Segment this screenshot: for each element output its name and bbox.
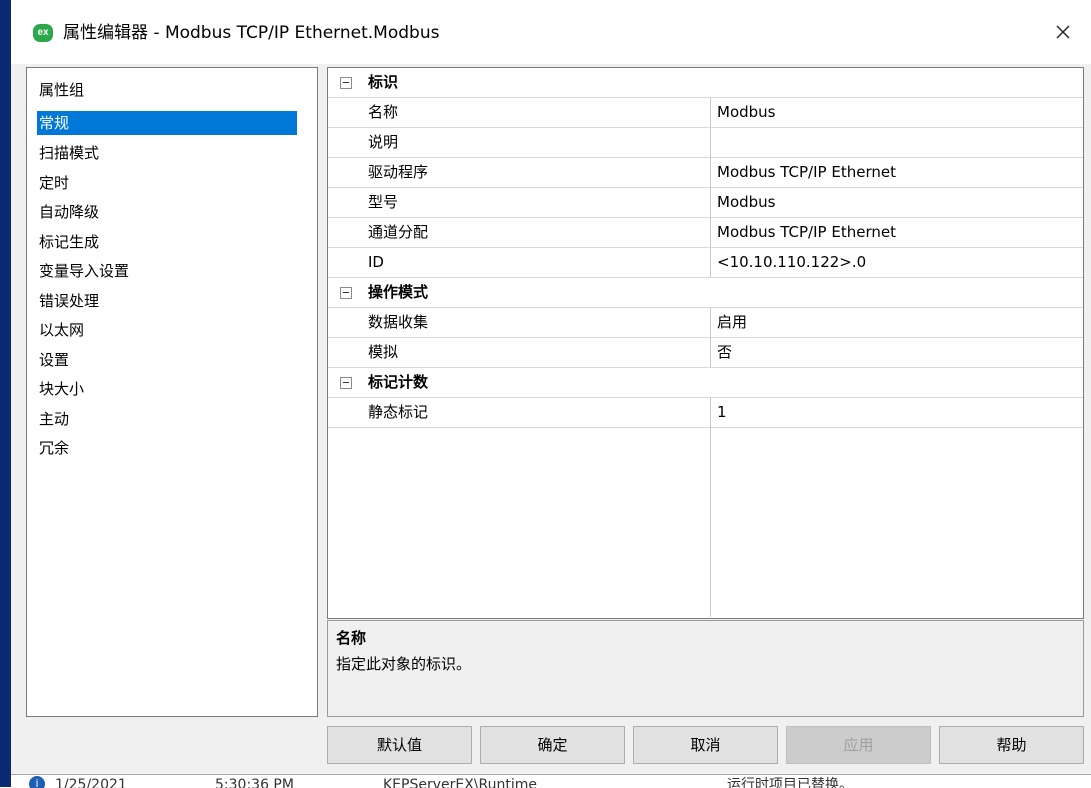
event-time: 5:30:36 PM bbox=[215, 777, 294, 788]
property-name: 通道分配 bbox=[368, 223, 429, 241]
property-row[interactable]: 说明 bbox=[328, 128, 1083, 158]
property-value: 1 bbox=[717, 403, 727, 421]
property-value: Modbus TCP/IP Ethernet bbox=[717, 163, 896, 181]
property-value: 否 bbox=[717, 343, 733, 361]
nav-item-tag-generation[interactable]: 标记生成 bbox=[37, 230, 101, 254]
property-value-cell[interactable]: Modbus bbox=[710, 188, 1083, 217]
group-title: 操作模式 bbox=[368, 283, 429, 301]
property-row[interactable]: 驱动程序 Modbus TCP/IP Ethernet bbox=[328, 158, 1083, 188]
event-message: 运行时项目已替换。 bbox=[727, 777, 853, 788]
property-row[interactable]: 模拟 否 bbox=[328, 338, 1083, 368]
group-tag-counts[interactable]: 标记计数 bbox=[328, 368, 1083, 398]
property-name: 驱动程序 bbox=[368, 163, 429, 181]
window-title: 属性编辑器 - Modbus TCP/IP Ethernet.Modbus bbox=[63, 23, 440, 43]
property-value-cell[interactable]: Modbus TCP/IP Ethernet bbox=[710, 158, 1083, 187]
property-value-cell[interactable]: 否 bbox=[710, 338, 1083, 367]
nav-item-scan-mode[interactable]: 扫描模式 bbox=[37, 141, 101, 165]
nav-item-auto-demotion[interactable]: 自动降级 bbox=[37, 200, 101, 224]
property-value-cell[interactable]: 1 bbox=[710, 398, 1083, 427]
kepserver-ex-icon: ex bbox=[33, 24, 53, 42]
close-icon bbox=[1056, 25, 1070, 39]
description-text: 指定此对象的标识。 bbox=[336, 655, 472, 673]
property-row[interactable]: 数据收集 启用 bbox=[328, 308, 1083, 338]
property-value: 启用 bbox=[717, 313, 748, 331]
nav-item-general[interactable]: 常规 bbox=[37, 111, 297, 135]
defaults-button[interactable]: 默认值 bbox=[327, 726, 472, 764]
property-value-cell[interactable]: Modbus TCP/IP Ethernet bbox=[710, 218, 1083, 247]
property-value-cell[interactable] bbox=[710, 128, 1083, 157]
property-name: 模拟 bbox=[368, 343, 399, 361]
collapse-icon[interactable] bbox=[340, 77, 352, 89]
nav-item-settings[interactable]: 设置 bbox=[37, 348, 71, 372]
property-value: Modbus bbox=[717, 103, 776, 121]
property-value: Modbus TCP/IP Ethernet bbox=[717, 223, 896, 241]
property-name: 说明 bbox=[368, 133, 399, 151]
property-row[interactable]: 型号 Modbus bbox=[328, 188, 1083, 218]
ok-button[interactable]: 确定 bbox=[480, 726, 625, 764]
event-source: KEPServerEX\Runtime bbox=[383, 777, 538, 788]
property-row[interactable]: 通道分配 Modbus TCP/IP Ethernet bbox=[328, 218, 1083, 248]
nav-item-error-handling[interactable]: 错误处理 bbox=[37, 289, 101, 313]
property-value: <10.10.110.122>.0 bbox=[717, 253, 867, 271]
group-title: 标记计数 bbox=[368, 373, 429, 391]
property-name: 数据收集 bbox=[368, 313, 429, 331]
property-row[interactable]: ID <10.10.110.122>.0 bbox=[328, 248, 1083, 278]
property-group-list: 属性组 常规 扫描模式 定时 自动降级 标记生成 变量导入设置 错误处理 以太网… bbox=[26, 67, 318, 717]
property-name: 静态标记 bbox=[368, 403, 429, 421]
background-event-log-row: i 1/25/2021 5:30:36 PM KEPServerEX\Runti… bbox=[11, 774, 1091, 788]
property-row[interactable]: 名称 Modbus bbox=[328, 98, 1083, 128]
property-name: 名称 bbox=[368, 103, 399, 121]
cancel-button[interactable]: 取消 bbox=[633, 726, 778, 764]
property-group-header: 属性组 bbox=[39, 81, 85, 99]
collapse-icon[interactable] bbox=[340, 287, 352, 299]
nav-item-redundancy[interactable]: 冗余 bbox=[37, 436, 71, 460]
nav-item-timing[interactable]: 定时 bbox=[37, 171, 71, 195]
property-name: ID bbox=[368, 253, 384, 271]
help-button[interactable]: 帮助 bbox=[939, 726, 1084, 764]
property-editor-dialog: ex 属性编辑器 - Modbus TCP/IP Ethernet.Modbus… bbox=[11, 0, 1091, 787]
description-title: 名称 bbox=[336, 629, 367, 647]
nav-item-active[interactable]: 主动 bbox=[37, 407, 71, 431]
close-button[interactable] bbox=[1043, 14, 1083, 50]
property-value-cell[interactable]: 启用 bbox=[710, 308, 1083, 337]
property-value-cell[interactable]: Modbus bbox=[710, 98, 1083, 127]
column-divider bbox=[710, 417, 711, 617]
property-value-cell[interactable]: <10.10.110.122>.0 bbox=[710, 248, 1083, 277]
description-panel: 名称 指定此对象的标识。 bbox=[327, 620, 1084, 717]
nav-item-block-sizes[interactable]: 块大小 bbox=[37, 377, 86, 401]
property-grid: 标识 名称 Modbus 说明 驱动程序 Modbus TCP/IP Ether… bbox=[327, 67, 1084, 619]
info-icon: i bbox=[29, 776, 45, 788]
nav-item-ethernet[interactable]: 以太网 bbox=[37, 318, 86, 342]
property-value: Modbus bbox=[717, 193, 776, 211]
title-bar: ex 属性编辑器 - Modbus TCP/IP Ethernet.Modbus bbox=[11, 0, 1091, 64]
group-operating-mode[interactable]: 操作模式 bbox=[328, 278, 1083, 308]
property-row[interactable]: 静态标记 1 bbox=[328, 398, 1083, 428]
collapse-icon[interactable] bbox=[340, 377, 352, 389]
background-window-edge bbox=[0, 0, 11, 787]
nav-item-variable-import[interactable]: 变量导入设置 bbox=[37, 259, 131, 283]
group-title: 标识 bbox=[368, 73, 399, 91]
apply-button[interactable]: 应用 bbox=[786, 726, 931, 764]
property-name: 型号 bbox=[368, 193, 399, 211]
group-identification[interactable]: 标识 bbox=[328, 68, 1083, 98]
event-date: 1/25/2021 bbox=[55, 777, 127, 788]
